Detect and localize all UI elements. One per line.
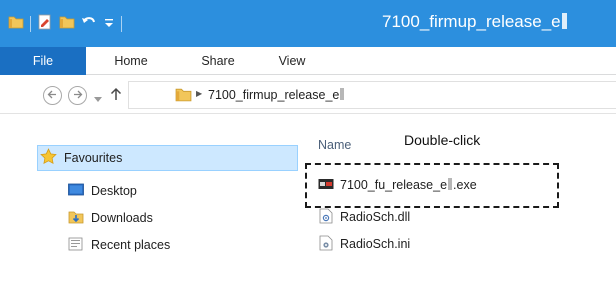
ini-icon — [318, 235, 334, 254]
file-name-prefix: 7100_fu_release_e — [340, 178, 448, 192]
address-path[interactable]: 7100_firmup_release_e — [208, 88, 345, 102]
undo-icon[interactable] — [81, 14, 97, 33]
forward-icon — [72, 89, 83, 103]
nav-item-label: Favourites — [64, 151, 123, 165]
desktop-icon — [68, 183, 84, 200]
properties-icon[interactable] — [37, 14, 53, 33]
tab-view[interactable]: View — [269, 47, 315, 75]
back-button[interactable] — [43, 86, 62, 105]
quick-access-toolbar — [8, 14, 122, 33]
dll-icon — [318, 208, 334, 227]
file-name-cursor — [448, 178, 453, 190]
nav-item-recent-places[interactable]: Recent places — [68, 234, 170, 256]
tab-share[interactable]: Share — [188, 47, 248, 75]
file-name-exe: 7100_fu_release_e .exe — [340, 178, 477, 192]
nav-item-label: Desktop — [91, 184, 137, 198]
file-name: RadioSch.ini — [340, 237, 411, 251]
address-bar-row: ▶ 7100_firmup_release_e — [0, 76, 616, 114]
recent-places-icon — [68, 236, 84, 255]
toolbar-separator — [30, 15, 31, 32]
downloads-icon — [68, 209, 84, 228]
tab-home[interactable]: Home — [103, 47, 159, 75]
tab-file[interactable]: File — [0, 47, 86, 75]
customize-dropdown-icon[interactable] — [103, 14, 115, 33]
nav-item-favourites[interactable]: Favourites — [37, 145, 298, 171]
forward-button[interactable] — [68, 86, 87, 105]
title-text-cursor — [561, 13, 567, 29]
window-title-text: 7100_firmup_release_e — [382, 12, 561, 31]
folder-icon — [175, 86, 192, 106]
nav-item-label: Recent places — [91, 238, 171, 252]
nav-item-desktop[interactable]: Desktop — [68, 180, 137, 202]
new-folder-icon[interactable] — [59, 14, 75, 33]
chevron-right-icon[interactable]: ▶ — [196, 89, 202, 98]
file-name: RadioSch.dll — [340, 210, 411, 224]
nav-item-downloads[interactable]: Downloads — [68, 207, 153, 229]
file-list-pane: Name Double-click 7100_fu_release_e .exe … — [298, 115, 616, 285]
ribbon-tabs: File Home Share View — [0, 47, 616, 75]
exe-icon — [318, 176, 334, 195]
file-item-ini[interactable]: RadioSch.ini — [318, 233, 410, 255]
navigation-pane: Favourites Desktop Downloads Recent plac… — [0, 115, 298, 285]
address-field[interactable]: ▶ 7100_firmup_release_e — [128, 81, 616, 109]
back-icon — [47, 89, 58, 103]
toolbar-separator — [121, 15, 122, 32]
double-click-annotation: Double-click — [404, 132, 481, 148]
title-bar: 7100_firmup_release_e — [0, 0, 616, 47]
file-name-suffix: .exe — [453, 178, 477, 192]
file-item-exe[interactable]: 7100_fu_release_e .exe — [318, 174, 477, 196]
file-item-dll[interactable]: RadioSch.dll — [318, 206, 410, 228]
folder-icon — [8, 14, 24, 33]
column-header-name[interactable]: Name — [318, 138, 351, 152]
address-path-text: 7100_firmup_release_e — [208, 88, 340, 102]
recent-locations-icon[interactable] — [94, 92, 102, 106]
star-icon — [40, 148, 57, 168]
window-title: 7100_firmup_release_e — [382, 12, 567, 32]
nav-item-label: Downloads — [91, 211, 153, 225]
up-icon[interactable] — [110, 86, 122, 105]
path-text-cursor — [340, 88, 345, 100]
